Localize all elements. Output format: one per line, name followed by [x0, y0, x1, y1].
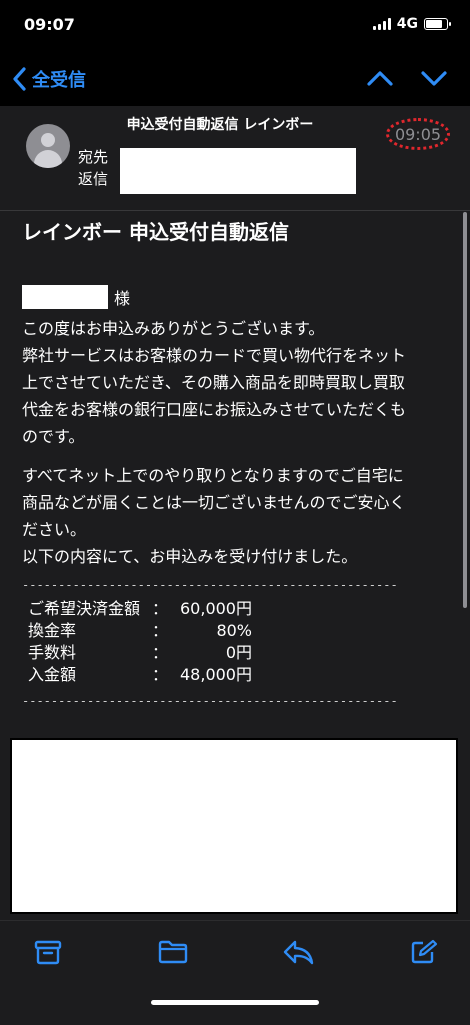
back-label: 全受信	[32, 70, 86, 91]
status-time: 09:07	[24, 15, 75, 34]
row-colon: ：	[152, 643, 169, 662]
line: 代金をお客様の銀行口座にお振込みさせていただくも	[22, 400, 407, 419]
body-title: レインボー 申込受付自動返信	[22, 220, 289, 244]
header-time-text: 09:05	[394, 124, 442, 144]
line: ださい。	[22, 520, 87, 539]
row-value: 48,000円	[180, 665, 252, 684]
summary-table: ご希望決済金額 ： 60,000円 換金率 ： 80% 手数料 ： 0円 入金額 ： 48,00…	[28, 598, 442, 686]
signal-icon	[372, 18, 391, 30]
message-nav	[366, 64, 448, 92]
home-indicator[interactable]	[151, 1000, 319, 1005]
nav-bar: 全受信	[0, 52, 470, 106]
addressee-redacted	[22, 285, 108, 309]
row-colon: ：	[152, 665, 169, 684]
row-value: 80%	[216, 621, 252, 640]
reply-icon[interactable]	[282, 939, 314, 965]
redacted-block	[10, 738, 458, 914]
line: 以下の内容にて、お申込みを受け付けました。	[22, 547, 358, 566]
row-value: 0円	[225, 643, 252, 662]
line: この度はお申込みありがとうございます。	[22, 319, 325, 338]
table-row: 手数料 ： 0円	[28, 642, 442, 664]
status-bar: 09:07 4G	[0, 0, 470, 52]
recipient-labels: 宛先 返信	[78, 146, 108, 190]
paragraph-1: この度はお申込みありがとうございます。 弊社サービスはお客様のカードで買い物代行…	[22, 315, 442, 450]
line: 商品などが届くことは一切ございませんのでご安心く	[22, 493, 406, 512]
line: 弊社サービスはお客様のカードで買い物代行をネット	[22, 346, 407, 365]
message-header: 申込受付自動返信 レインボー 宛先 返信 09:05	[0, 106, 470, 211]
archive-icon[interactable]	[34, 939, 62, 965]
row-value: 60,000円	[180, 599, 252, 618]
table-row: ご希望決済金額 ： 60,000円	[28, 598, 442, 620]
message-body: レインボー 申込受付自動返信 様 この度はお申込みありがとうございます。 弊社サ…	[22, 212, 442, 708]
avatar[interactable]	[26, 124, 70, 168]
table-row: 換金率 ： 80%	[28, 620, 442, 642]
folder-icon[interactable]	[158, 939, 188, 965]
honorific: 様	[114, 289, 131, 308]
status-indicators: 4G	[372, 16, 451, 32]
row-colon: ：	[152, 621, 169, 640]
chevron-down-icon[interactable]	[420, 64, 448, 92]
header-subject: 申込受付自動返信 レインボー	[126, 117, 314, 133]
table-row: 入金額 ： 48,000円	[28, 664, 442, 686]
chevron-up-icon[interactable]	[366, 64, 394, 92]
chevron-left-icon	[13, 67, 26, 91]
line: 上でさせていただき、その購入商品を即時買取し買取	[22, 373, 405, 392]
compose-icon[interactable]	[410, 939, 438, 965]
bottom-toolbar	[0, 920, 470, 1025]
line: のです。	[22, 427, 85, 446]
line: すべてネット上でのやり取りとなりますのでご自宅に	[22, 466, 404, 485]
row-key: 換金率	[28, 621, 77, 640]
to-label: 宛先	[78, 148, 109, 166]
row-key: 手数料	[28, 643, 77, 662]
scrollbar[interactable]	[463, 212, 467, 608]
battery-icon	[424, 18, 451, 30]
row-key: 入金額	[28, 665, 77, 684]
header-time: 09:05	[386, 118, 450, 150]
divider-top: ----------------------------------------…	[22, 578, 398, 592]
paragraph-2: すべてネット上でのやり取りとなりますのでご自宅に 商品などが届くことは一切ござい…	[22, 462, 442, 570]
row-colon: ：	[152, 599, 169, 618]
addressee-row: 様	[22, 285, 442, 309]
back-button[interactable]: 全受信	[12, 66, 86, 92]
divider-bottom: ----------------------------------------…	[22, 694, 398, 708]
reply-label: 返信	[78, 170, 109, 188]
recipient-redacted	[118, 146, 358, 196]
row-key: ご希望決済金額	[28, 599, 141, 618]
network-label: 4G	[396, 16, 418, 32]
